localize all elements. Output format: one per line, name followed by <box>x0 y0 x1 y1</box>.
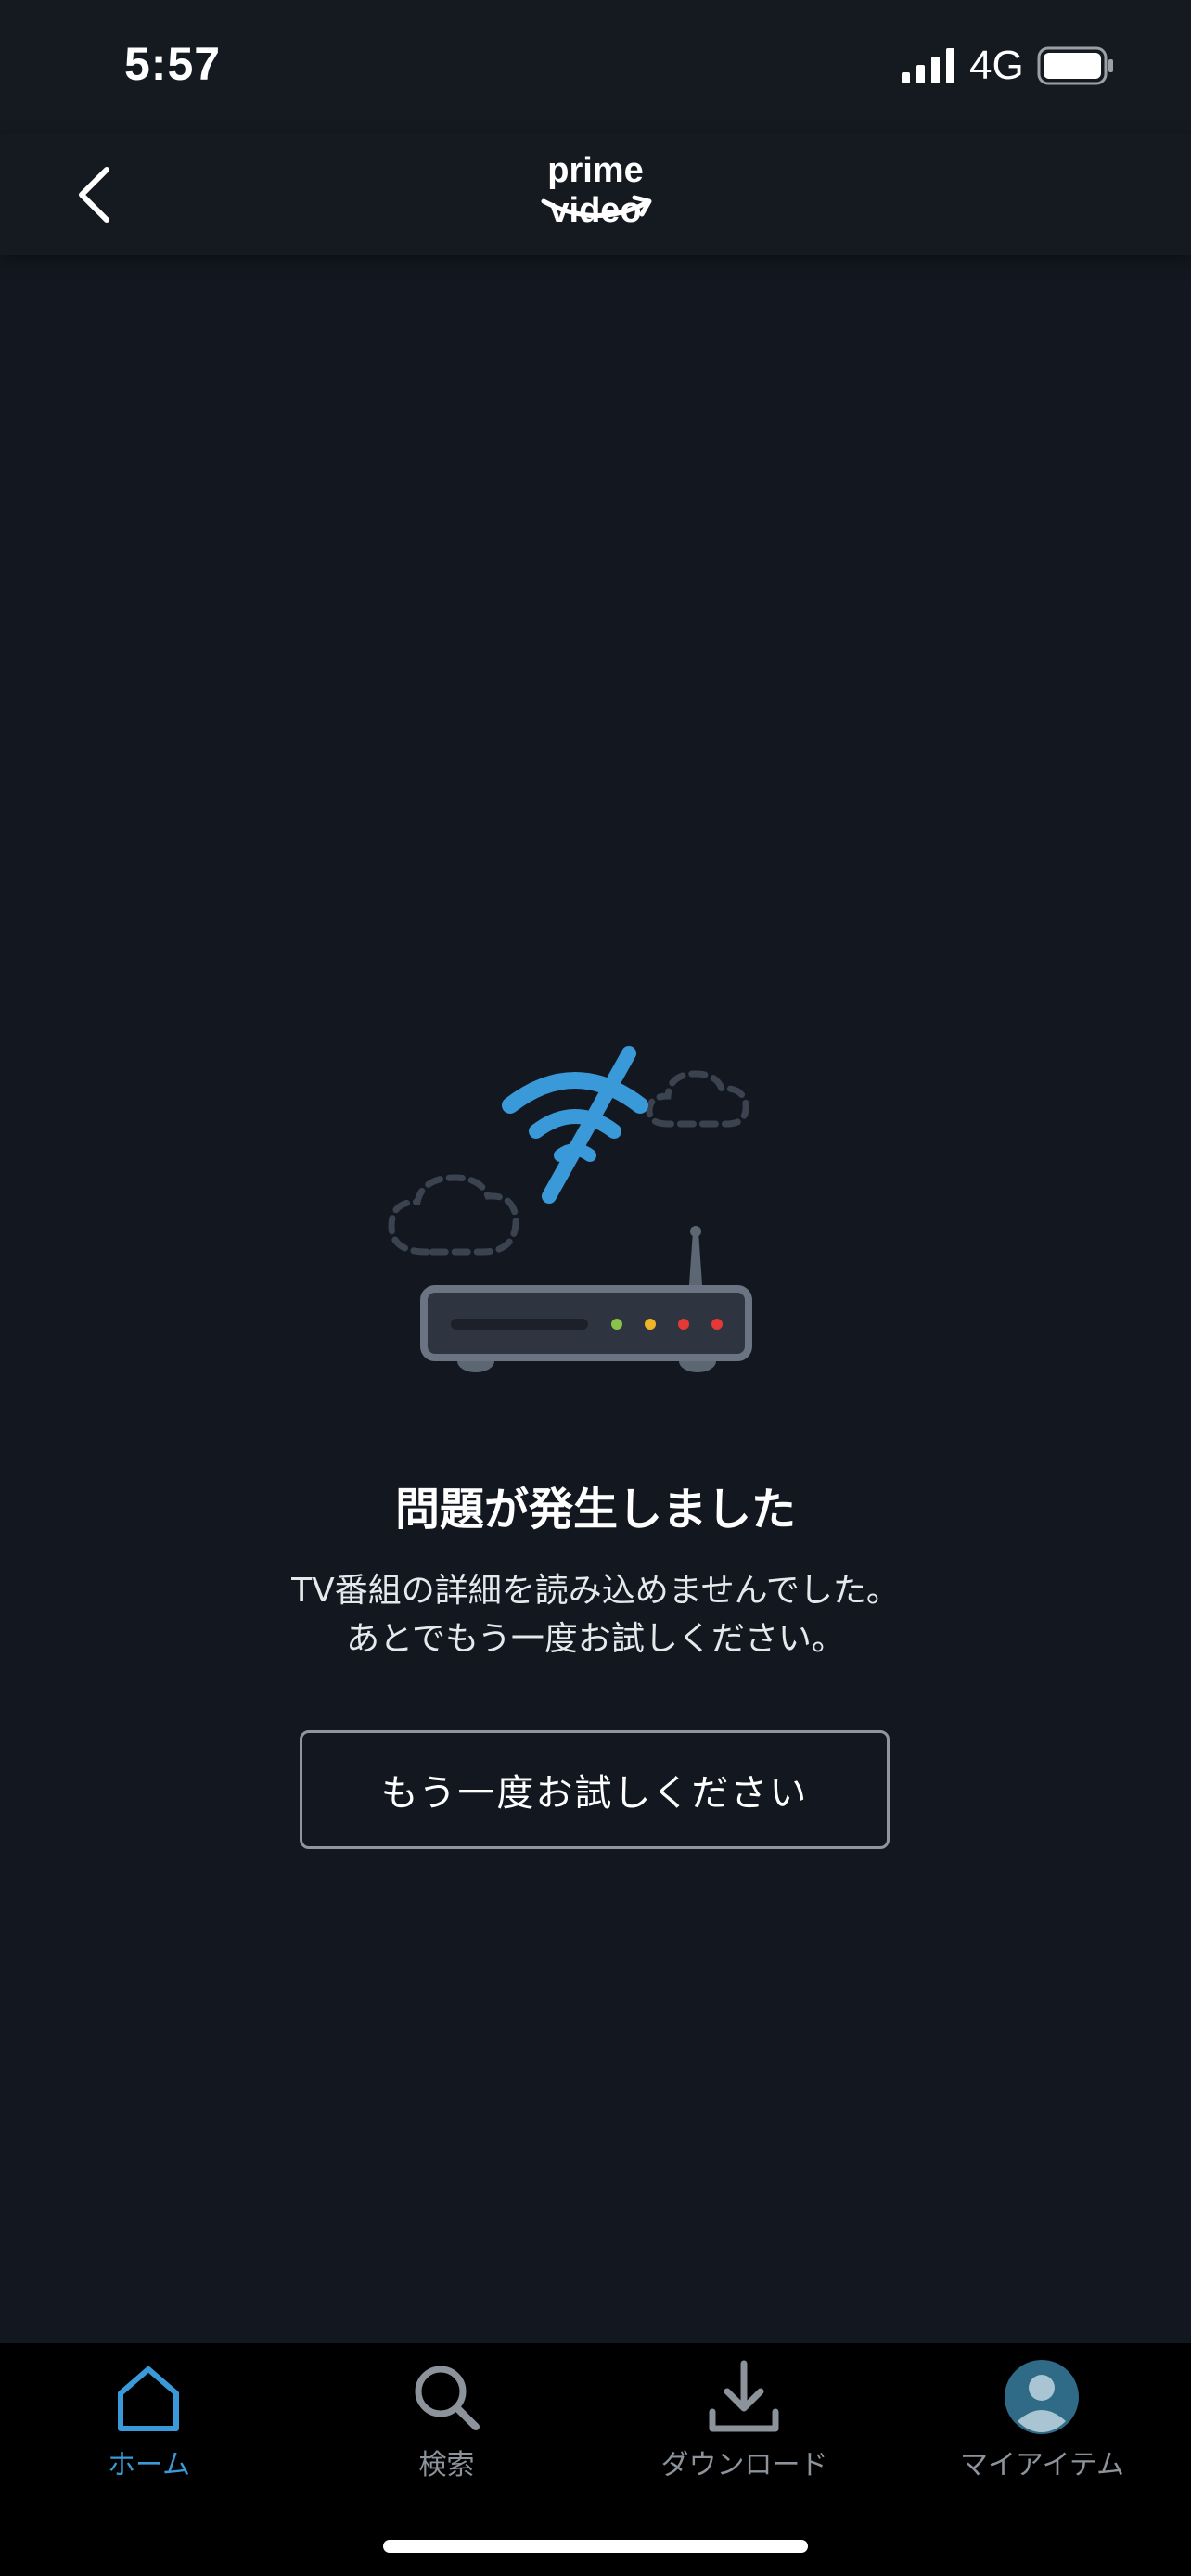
tab-search[interactable]: 検索 <box>298 2343 596 2482</box>
tab-search-label: 検索 <box>418 2449 475 2481</box>
smile-arrow-icon <box>541 195 652 218</box>
back-button[interactable] <box>56 153 139 236</box>
tab-home-label: ホーム <box>107 2449 191 2481</box>
error-message: TV番組の詳細を読み込めませんでした。 あとでもう一度お試しください。 <box>0 1567 1191 1664</box>
app-header: prime video <box>0 134 1191 255</box>
search-icon <box>415 2366 480 2430</box>
status-time: 5:57 <box>124 38 222 90</box>
error-title: 問題が発生しました <box>394 1484 796 1536</box>
retry-button[interactable]: もう一度お試しください <box>300 1730 890 1849</box>
cloud-left-icon <box>388 1174 519 1256</box>
network-type: 4G <box>969 43 1024 88</box>
avatar-icon <box>1005 2360 1079 2434</box>
screen: 5:57 4G prime video 問題が発生しました TV番組の詳細を読み… <box>0 0 1191 2576</box>
wifi-off-icon <box>502 1046 648 1204</box>
tab-my-items[interactable]: マイアイテム <box>893 2343 1191 2482</box>
tab-home[interactable]: ホーム <box>0 2343 298 2482</box>
cloud-right-icon <box>646 1070 749 1128</box>
error-message-line-1: TV番組の詳細を読み込めませんでした。 <box>291 1572 900 1610</box>
battery-icon <box>1037 46 1113 85</box>
prime-video-logo: prime video <box>501 151 690 235</box>
home-icon <box>118 2366 179 2431</box>
tab-downloads-label: ダウンロード <box>660 2449 828 2481</box>
no-connection-illustration <box>388 1046 752 1372</box>
status-bar: 5:57 4G <box>0 0 1191 134</box>
tab-downloads[interactable]: ダウンロード <box>596 2343 893 2482</box>
cellular-signal-icon <box>902 48 954 83</box>
home-indicator[interactable] <box>383 2540 808 2553</box>
download-icon <box>709 2360 779 2432</box>
tab-my-items-label: マイアイテム <box>960 2449 1124 2481</box>
error-message-line-2: あとでもう一度お試しください。 <box>346 1620 845 1658</box>
